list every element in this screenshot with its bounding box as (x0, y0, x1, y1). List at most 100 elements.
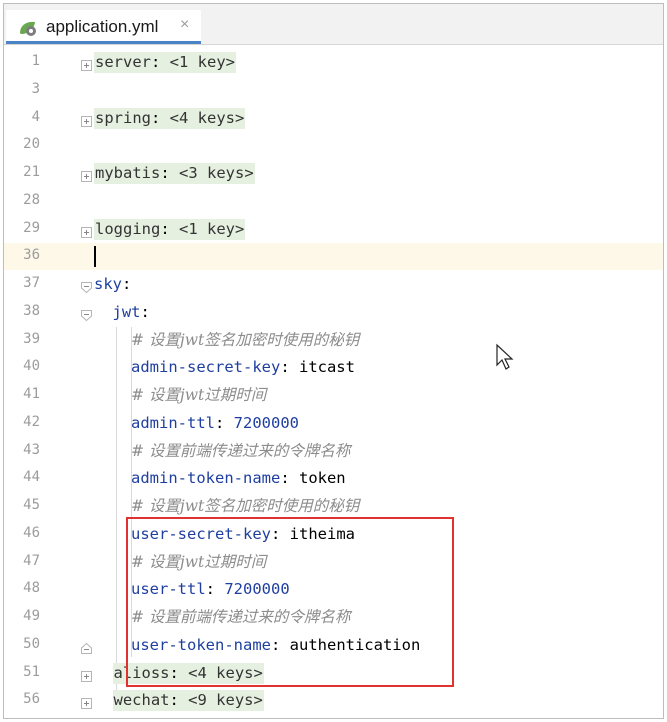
code-line[interactable]: 56 wechat: <9 keys> (4, 687, 663, 714)
colon: : (140, 302, 150, 321)
folded-summary: <1 key> (169, 53, 235, 71)
code-line[interactable]: 36 (4, 243, 663, 271)
code-line[interactable]: 39 # 设置jwt签名加密时使用的秘钥 (4, 327, 663, 354)
line-number: 41 (23, 386, 40, 402)
yaml-key: server (95, 53, 151, 71)
yaml-key: admin-secret-key (131, 358, 281, 377)
yaml-value: token (298, 469, 346, 488)
line-number: 29 (23, 219, 40, 236)
yaml-value: itcast (298, 358, 355, 377)
code-text: # 设置jwt签名加密时使用的秘钥 (131, 496, 359, 516)
fold-collapsed-icon[interactable] (81, 667, 92, 682)
yaml-key: admin-ttl (131, 413, 215, 432)
line-number: 42 (23, 413, 40, 430)
yaml-key: logging (95, 219, 161, 238)
fold-collapsed-icon[interactable] (81, 167, 92, 182)
yaml-comment: # 设置前端传递过来的令牌名称 (131, 441, 351, 460)
code-line[interactable]: 1 server: <1 key> (4, 49, 663, 76)
line-number: 45 (23, 497, 40, 513)
code-line[interactable]: 38 jwt: (4, 299, 663, 326)
folded-summary: <4 keys> (169, 108, 245, 127)
fold-open-icon[interactable] (81, 278, 92, 294)
fold-open-icon[interactable] (81, 306, 92, 321)
code-text: logging: <1 key> (94, 218, 246, 240)
code-line[interactable]: 29 logging: <1 key> (4, 216, 663, 243)
code-text: admin-ttl: 7200000 (131, 413, 299, 433)
colon: : (160, 219, 179, 238)
yaml-comment: # 设置jwt签名加密时使用的秘钥 (131, 330, 360, 349)
code-text: wechat: <9 keys> (112, 690, 264, 712)
code-line[interactable]: 20 (4, 132, 663, 159)
line-number: 51 (23, 663, 40, 680)
folded-region[interactable]: wechat: <9 keys> (112, 690, 264, 712)
folded-region[interactable]: mybatis: <3 keys> (94, 163, 255, 184)
code-text: # 设置jwt签名加密时使用的秘钥 (131, 330, 359, 350)
code-text: # 设置jwt过期时间 (131, 385, 266, 405)
folded-summary: <1 key> (179, 219, 245, 238)
code-line[interactable]: 21 mybatis: <3 keys> (4, 160, 663, 187)
code-line[interactable]: 42 admin-ttl: 7200000 (4, 410, 663, 437)
code-text: admin-token-name: token (131, 468, 346, 488)
code-line[interactable]: 43 # 设置前端传递过来的令牌名称 (4, 438, 663, 465)
code-text: admin-secret-key: itcast (131, 357, 355, 377)
yaml-key: mybatis (95, 164, 161, 182)
yaml-key: admin-token-name (131, 469, 281, 488)
code-line[interactable]: 41 # 设置jwt过期时间 (4, 382, 663, 409)
colon: : (280, 358, 299, 377)
text-caret (94, 246, 96, 268)
line-number: 46 (23, 524, 40, 541)
code-text: # 设置前端传递过来的令牌名称 (131, 441, 350, 461)
code-editor[interactable]: 1 server: <1 key> 3 4 spring: <4 keys> 20 21 my… (4, 45, 663, 718)
editor-window: application.yml × 1 server: <1 key> 3 4 spri… (3, 3, 664, 719)
line-number: 48 (23, 580, 40, 597)
colon: : (160, 164, 179, 182)
mouse-pointer-icon (496, 343, 514, 370)
line-number: 47 (23, 552, 40, 569)
yaml-comment: # 设置jwt签名加密时使用的秘钥 (131, 497, 360, 515)
line-number: 21 (23, 164, 40, 180)
folded-region[interactable]: spring: <4 keys> (94, 107, 246, 129)
line-number: 39 (23, 330, 40, 347)
yaml-key: spring (95, 108, 151, 127)
highlight-box (126, 516, 454, 688)
code-line[interactable]: 37 sky: (4, 271, 663, 298)
yaml-key: sky (94, 275, 122, 293)
fold-collapsed-icon[interactable] (81, 223, 92, 238)
fold-end-icon[interactable] (81, 639, 92, 654)
code-line[interactable]: 4 spring: <4 keys> (4, 105, 663, 132)
folded-summary: <9 keys> (188, 691, 263, 710)
line-number: 36 (23, 247, 40, 264)
fold-collapsed-icon[interactable] (81, 56, 92, 71)
folded-region[interactable]: server: <1 key> (94, 52, 236, 73)
code-text: spring: <4 keys> (94, 107, 246, 129)
code-text: jwt: (113, 302, 150, 322)
fold-collapsed-icon[interactable] (81, 694, 92, 710)
code-text: server: <1 key> (94, 52, 236, 73)
close-icon[interactable]: × (180, 16, 189, 34)
code-text: mybatis: <3 keys> (94, 163, 255, 184)
line-number: 1 (31, 53, 40, 69)
code-line[interactable]: 40 admin-secret-key: itcast (4, 354, 663, 381)
yaml-comment: # 设置jwt过期时间 (131, 386, 267, 404)
colon: : (122, 275, 132, 293)
yaml-key: wechat (113, 691, 170, 710)
code-line[interactable]: 3 (4, 77, 663, 104)
colon: : (169, 691, 189, 710)
code-line[interactable]: 44 admin-token-name: token (4, 465, 663, 492)
code-text: sky: (94, 274, 131, 294)
line-number: 3 (31, 80, 40, 97)
colon: : (151, 53, 170, 71)
yaml-key: jwt (112, 302, 141, 321)
yaml-value: 7200000 (233, 413, 299, 432)
folded-region[interactable]: logging: <1 key> (94, 218, 246, 240)
line-number: 50 (23, 635, 40, 652)
line-number: 37 (23, 275, 40, 291)
tab-bar: application.yml × (4, 4, 663, 45)
code-line[interactable]: 28 (4, 188, 663, 215)
line-number: 38 (23, 302, 40, 319)
fold-collapsed-icon[interactable] (81, 112, 92, 127)
line-number: 28 (23, 191, 40, 208)
colon: : (151, 108, 170, 127)
spring-yaml-icon (20, 21, 36, 36)
tab-application-yml[interactable]: application.yml × (6, 10, 201, 44)
